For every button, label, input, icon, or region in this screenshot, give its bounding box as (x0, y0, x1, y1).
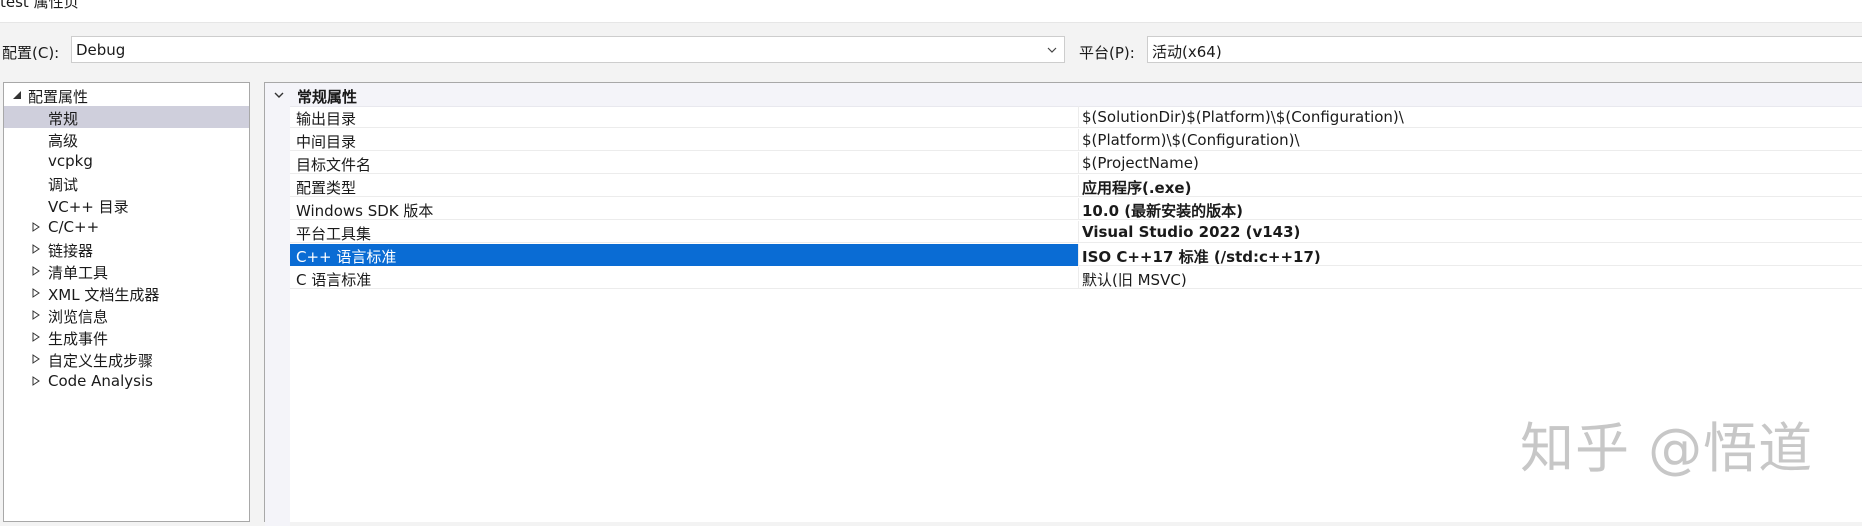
property-value[interactable]: 默认(旧 MSVC) (1082, 269, 1187, 290)
property-value[interactable]: 10.0 (最新安装的版本) (1082, 200, 1243, 221)
tree-item-label: 生成事件 (48, 330, 109, 348)
property-row-configuration-type[interactable]: 配置类型 应用程序(.exe) (290, 175, 1862, 197)
property-name: 平台工具集 (296, 225, 372, 243)
property-row-platform-toolset[interactable]: 平台工具集 Visual Studio 2022 (v143) (290, 221, 1862, 243)
tree-root-label: 配置属性 (28, 88, 89, 106)
tree-item-label: XML 文档生成器 (48, 286, 160, 304)
property-value[interactable]: Visual Studio 2022 (v143) (1082, 223, 1300, 241)
tree-item-vc-directories[interactable]: VC++ 目录 (4, 194, 249, 216)
chevron-down-icon (274, 92, 284, 98)
property-row-cpp-language-standard[interactable]: C++ 语言标准 ISO C++17 标准 (/std:c++17) (290, 244, 1862, 266)
tree-item-label: 浏览信息 (48, 308, 109, 326)
config-select-value: Debug (76, 41, 126, 59)
collapsed-triangle-icon (32, 376, 40, 386)
tree-item-linker[interactable]: 链接器 (4, 238, 249, 260)
tree-item-label: 链接器 (48, 242, 94, 260)
tree-item-label: 常规 (48, 110, 79, 128)
property-row-intermediate-dir[interactable]: 中间目录 $(Platform)\$(Configuration)\ (290, 129, 1862, 151)
property-name: Windows SDK 版本 (296, 202, 434, 220)
tree-item-custom-build-step[interactable]: 自定义生成步骤 (4, 348, 249, 370)
property-name: 配置类型 (296, 179, 357, 197)
property-row-windows-sdk-version[interactable]: Windows SDK 版本 10.0 (最新安装的版本) (290, 198, 1862, 220)
property-tree: 配置属性 常规 高级 vcpkg 调试 VC++ 目录 C/C++ 链接器 清单… (3, 82, 250, 522)
collapsed-triangle-icon (32, 222, 40, 232)
property-name: C++ 语言标准 (296, 248, 397, 266)
platform-select[interactable]: 活动(x64) (1147, 36, 1862, 63)
tree-item-label: 调试 (48, 176, 79, 194)
tree-root-config-properties[interactable]: 配置属性 (4, 84, 249, 106)
collapsed-triangle-icon (32, 310, 40, 320)
property-name: 中间目录 (296, 133, 357, 151)
window-title: test 属性页 (0, 0, 79, 11)
tree-item-label: vcpkg (48, 152, 93, 170)
platform-select-value: 活动(x64) (1152, 43, 1222, 61)
tree-item-build-events[interactable]: 生成事件 (4, 326, 249, 348)
config-select[interactable]: Debug (71, 36, 1065, 63)
tree-item-browse-info[interactable]: 浏览信息 (4, 304, 249, 326)
collapsed-triangle-icon (32, 354, 40, 364)
config-label: 配置(C): (2, 44, 60, 62)
property-value[interactable]: $(Platform)\$(Configuration)\ (1082, 131, 1300, 149)
property-value[interactable]: $(SolutionDir)$(Platform)\$(Configuratio… (1082, 108, 1404, 126)
grid-gutter (265, 106, 290, 526)
tree-item-label: VC++ 目录 (48, 198, 129, 216)
configuration-toolbar: 配置(C): Debug 平台(P): 活动(x64) (0, 36, 1862, 66)
category-general-properties[interactable]: 常规属性 (265, 83, 1862, 107)
tree-item-debugging[interactable]: 调试 (4, 172, 249, 194)
platform-label: 平台(P): (1079, 44, 1135, 62)
tree-item-advanced[interactable]: 高级 (4, 128, 249, 150)
title-bar: test 属性页 (0, 0, 1862, 23)
tree-item-label: 清单工具 (48, 264, 109, 282)
tree-item-label: C/C++ (48, 218, 100, 236)
tree-item-label: 高级 (48, 132, 79, 150)
tree-item-xml-doc-generator[interactable]: XML 文档生成器 (4, 282, 249, 304)
tree-item-c-cpp[interactable]: C/C++ (4, 216, 249, 238)
tree-item-label: Code Analysis (48, 372, 153, 390)
collapsed-triangle-icon (32, 332, 40, 342)
collapsed-triangle-icon (32, 266, 40, 276)
property-row-c-language-standard[interactable]: C 语言标准 默认(旧 MSVC) (290, 267, 1862, 289)
property-value[interactable]: $(ProjectName) (1082, 154, 1199, 172)
property-name: 目标文件名 (296, 156, 372, 174)
property-name: 输出目录 (296, 110, 357, 128)
property-value[interactable]: ISO C++17 标准 (/std:c++17) (1082, 246, 1321, 267)
collapsed-triangle-icon (32, 288, 40, 298)
expanded-triangle-icon (13, 91, 21, 99)
tree-item-general[interactable]: 常规 (4, 106, 249, 128)
tree-item-vcpkg[interactable]: vcpkg (4, 150, 249, 172)
tree-item-code-analysis[interactable]: Code Analysis (4, 370, 249, 392)
property-value[interactable]: 应用程序(.exe) (1082, 177, 1191, 198)
tree-item-label: 自定义生成步骤 (48, 352, 154, 370)
tree-item-manifest-tool[interactable]: 清单工具 (4, 260, 249, 282)
property-name: C 语言标准 (296, 271, 372, 289)
property-row-target-name[interactable]: 目标文件名 $(ProjectName) (290, 152, 1862, 174)
category-label: 常规属性 (297, 88, 358, 106)
chevron-down-icon (1047, 47, 1057, 53)
collapsed-triangle-icon (32, 244, 40, 254)
property-row-output-dir[interactable]: 输出目录 $(SolutionDir)$(Platform)\$(Configu… (290, 106, 1862, 128)
watermark: 知乎 @悟道 (1520, 417, 1814, 480)
